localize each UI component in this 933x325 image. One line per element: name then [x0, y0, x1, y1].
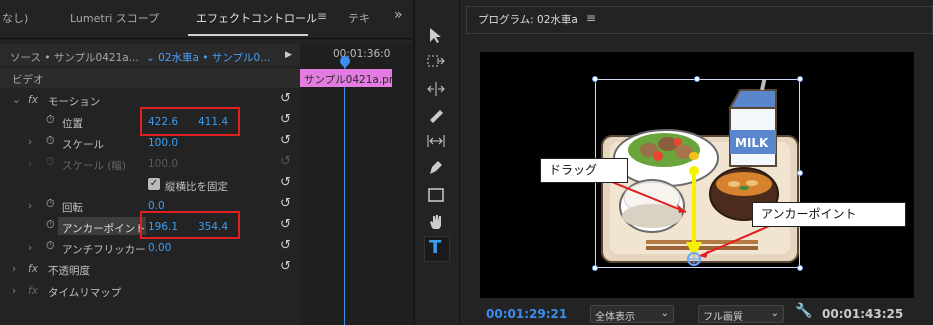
motion-expand-chevron[interactable]: ⌄ — [12, 94, 21, 106]
playhead-line — [344, 66, 345, 325]
scale-width-label: スケール (幅) — [62, 160, 127, 172]
source-label[interactable]: ソース • サンプル0421a... — [10, 50, 139, 65]
position-reset-icon[interactable]: ↺ — [280, 112, 291, 127]
fx-icon: fx — [28, 285, 38, 297]
position-label: 位置 — [62, 118, 83, 130]
fit-select[interactable]: 全体表示 ⌄ — [590, 305, 674, 323]
antiflicker-value[interactable]: 0.00 — [148, 242, 171, 254]
tab-partial[interactable]: なし) — [2, 10, 28, 26]
current-timecode[interactable]: 00:01:29:21 — [486, 307, 567, 321]
scale-value[interactable]: 100.0 — [148, 137, 178, 149]
slip-tool-icon[interactable] — [426, 132, 446, 150]
position-y-value[interactable]: 411.4 — [198, 116, 228, 128]
video-header-label: ビデオ — [12, 74, 44, 86]
ripple-edit-tool-icon[interactable] — [426, 80, 446, 98]
fit-select-value: 全体表示 — [595, 312, 635, 323]
anchor-x-value[interactable]: 196.1 — [148, 221, 178, 233]
type-tool-icon[interactable]: T — [429, 237, 441, 258]
scale-width-value: 100.0 — [148, 158, 179, 170]
playback-resolution-select[interactable]: フル画質 ⌄ — [698, 305, 784, 323]
antiflicker-label: アンチフリッカー — [62, 244, 146, 256]
active-tab-indicator — [188, 34, 308, 36]
scale-reset-icon[interactable]: ↺ — [280, 133, 291, 148]
anchor-point-callout: アンカーポイント — [752, 202, 906, 227]
fx-icon: fx — [28, 263, 38, 275]
time-remap-expand-chevron[interactable]: › — [12, 285, 16, 297]
anchor-point-crosshair-icon[interactable] — [688, 253, 700, 265]
rotation-reset-icon[interactable]: ↺ — [280, 196, 291, 211]
antiflicker-expand-chevron[interactable]: › — [28, 242, 32, 254]
clip-selector[interactable]: ⌄ 02水車a • サンプル0... — [146, 50, 270, 65]
resolution-select-value: フル画質 — [703, 312, 743, 323]
scale-label: スケール — [62, 139, 104, 151]
fx-icon: fx — [28, 94, 38, 106]
tab-text[interactable]: テキ — [348, 10, 370, 26]
stopwatch-icon[interactable]: ⏱ — [46, 239, 55, 253]
tab-effect-controls[interactable]: エフェクトコントロール — [196, 10, 317, 26]
motion-label[interactable]: モーション — [48, 94, 100, 109]
rotation-expand-chevron[interactable]: › — [28, 200, 32, 212]
anchor-reset-icon[interactable]: ↺ — [280, 217, 291, 232]
clip-label: 02水車a • サンプル0... — [158, 52, 271, 64]
panel-menu-icon[interactable]: ≡ — [317, 9, 327, 23]
rectangle-tool-icon[interactable] — [426, 186, 446, 204]
opacity-label[interactable]: 不透明度 — [48, 263, 90, 278]
tab-lumetri-scopes[interactable]: Lumetri スコープ — [70, 10, 159, 26]
razor-tool-icon[interactable] — [426, 106, 446, 124]
uniform-scale-label: 縦横比を固定 — [165, 181, 228, 193]
tabs-overflow-icon[interactable]: » — [394, 7, 403, 23]
opacity-expand-chevron[interactable]: › — [12, 263, 16, 275]
uniform-scale-checkbox[interactable]: ✓ — [148, 178, 160, 190]
chevron-down-icon: ⌄ — [660, 308, 669, 319]
stopwatch-icon[interactable]: ⏱ — [46, 197, 55, 211]
clip-bar-label: サンプル0421a.pr — [304, 74, 394, 86]
scale-expand-chevron[interactable]: › — [28, 136, 32, 148]
opacity-reset-icon[interactable]: ↺ — [280, 259, 291, 274]
chevron-down-icon: ⌄ — [770, 308, 779, 319]
track-select-tool-icon[interactable] — [426, 52, 446, 70]
rotation-label: 回転 — [62, 202, 83, 214]
stopwatch-icon: ⏱ — [46, 155, 55, 168]
stopwatch-icon[interactable]: ⏱ — [46, 134, 55, 148]
time-remap-label[interactable]: タイムリマップ — [48, 285, 121, 300]
play-triangle-icon[interactable]: ▶ — [285, 50, 292, 60]
wrench-settings-icon[interactable]: 🔧 — [795, 303, 812, 319]
antiflicker-reset-icon[interactable]: ↺ — [280, 238, 291, 253]
stopwatch-icon[interactable]: ⏱ — [46, 218, 55, 232]
position-x-value[interactable]: 422.6 — [148, 116, 178, 128]
selection-tool-icon[interactable] — [426, 26, 444, 44]
duration-timecode: 00:01:43:25 — [822, 307, 904, 321]
anchor-point-label: アンカーポイント — [62, 223, 146, 235]
motion-reset-icon[interactable]: ↺ — [280, 91, 291, 106]
program-monitor-title[interactable]: プログラム: 02水車a — [478, 12, 578, 27]
drag-callout: ドラッグ — [540, 158, 628, 183]
anchor-y-value[interactable]: 354.4 — [198, 221, 228, 233]
pen-tool-icon[interactable] — [426, 158, 446, 176]
program-menu-icon[interactable]: ≡ — [586, 11, 596, 25]
scale-width-expand-chevron: › — [28, 158, 33, 170]
scale-width-reset-icon: ↺ — [280, 154, 291, 169]
uniform-scale-reset-icon[interactable]: ↺ — [280, 175, 291, 190]
hand-tool-icon[interactable] — [426, 212, 446, 230]
video-section-header — [0, 69, 300, 88]
stopwatch-icon[interactable]: ⏱ — [46, 113, 55, 127]
